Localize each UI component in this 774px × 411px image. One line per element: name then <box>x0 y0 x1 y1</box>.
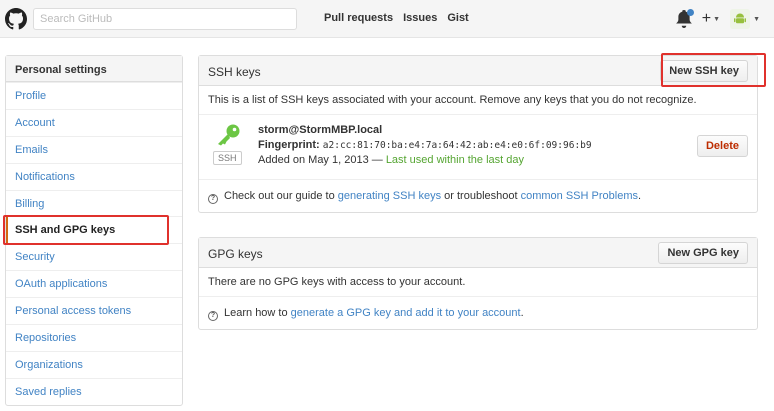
gpg-empty-row: There are no GPG keys with access to you… <box>199 268 757 297</box>
unread-indicator <box>686 9 694 16</box>
ssh-panel-title: SSH keys <box>208 65 261 79</box>
sidebar-item-notifications[interactable]: Notifications <box>6 162 182 190</box>
highlight-box-new-ssh-key <box>661 53 766 87</box>
ssh-help-suffix: . <box>637 190 642 202</box>
gpg-help-prefix: Learn how to <box>224 307 288 319</box>
avatar <box>730 9 751 29</box>
gpg-help-row: ? Learn how to generate a GPG key and add… <box>199 297 757 329</box>
ssh-key-added-date: Added on May 1, 2013 — <box>258 154 383 166</box>
sidebar-item-personal-access-tokens[interactable]: Personal access tokens <box>6 297 182 324</box>
sidebar-item-billing[interactable]: Billing <box>6 189 182 217</box>
generating-ssh-keys-link[interactable]: generating SSH keys <box>338 190 441 202</box>
generate-gpg-key-link[interactable]: generate a GPG key and add it to your ac… <box>291 307 521 319</box>
search-input[interactable] <box>33 8 297 30</box>
delete-ssh-key-button[interactable]: Delete <box>696 135 748 157</box>
notifications-button[interactable] <box>675 9 694 28</box>
key-icon <box>218 124 240 146</box>
ssh-key-fingerprint-line: Fingerprint: a2:cc:81:70:ba:e4:7a:64:42:… <box>258 139 592 151</box>
github-logo-icon[interactable] <box>5 8 27 30</box>
sidebar-item-security[interactable]: Security <box>6 243 182 270</box>
sidebar-item-organizations[interactable]: Organizations <box>6 350 182 378</box>
question-icon: ? <box>208 311 218 321</box>
fingerprint-value: a2:cc:81:70:ba:e4:7a:64:42:ab:e4:e0:6f:0… <box>322 140 592 151</box>
create-new-button[interactable]: + ▼ <box>702 11 720 27</box>
question-icon: ? <box>208 194 218 204</box>
gpg-keys-panel: GPG keys New GPG key There are no GPG ke… <box>198 237 758 330</box>
common-ssh-problems-link[interactable]: common SSH Problems <box>521 190 638 202</box>
ssh-help-row: ? Check out our guide to generating SSH k… <box>199 180 757 212</box>
top-nav: Pull requests Issues Gist <box>324 12 469 24</box>
gpg-help-text: ? Learn how to generate a GPG key and add… <box>208 307 524 321</box>
nav-pull-requests[interactable]: Pull requests <box>324 12 393 24</box>
android-avatar-icon <box>734 13 747 24</box>
user-menu-button[interactable]: ▼ <box>730 9 760 29</box>
sidebar-item-repositories[interactable]: Repositories <box>6 324 182 351</box>
sidebar-item-emails[interactable]: Emails <box>6 135 182 163</box>
ssh-key-added-line: Added on May 1, 2013 — Last used within … <box>258 154 524 166</box>
ssh-description-row: This is a list of SSH keys associated wi… <box>199 86 757 115</box>
ssh-help-middle: or troubleshoot <box>444 190 518 202</box>
caret-down-icon: ▼ <box>713 15 721 23</box>
sidebar-item-profile[interactable]: Profile <box>6 82 182 109</box>
gpg-empty-message: There are no GPG keys with access to you… <box>208 276 466 288</box>
sidebar-item-oauth-applications[interactable]: OAuth applications <box>6 270 182 297</box>
sidebar-item-saved-replies[interactable]: Saved replies <box>6 377 182 405</box>
ssh-description: This is a list of SSH keys associated wi… <box>208 94 697 106</box>
ssh-help-prefix: Check out our guide to <box>224 190 335 202</box>
ssh-key-name: storm@StormMBP.local <box>258 124 383 136</box>
gpg-panel-header: GPG keys New GPG key <box>199 238 757 268</box>
sidebar-item-account[interactable]: Account <box>6 108 182 136</box>
ssh-key-row: SSH storm@StormMBP.local Fingerprint: a2… <box>199 115 757 180</box>
ssh-help-text: ? Check out our guide to generating SSH k… <box>208 190 641 204</box>
nav-issues[interactable]: Issues <box>403 12 437 24</box>
ssh-type-badge: SSH <box>213 151 242 165</box>
new-gpg-key-button[interactable]: New GPG key <box>658 242 748 264</box>
fingerprint-label: Fingerprint: <box>258 139 320 151</box>
sidebar-heading: Personal settings <box>6 56 182 82</box>
gpg-panel-title: GPG keys <box>208 247 263 261</box>
caret-down-icon: ▼ <box>753 15 760 23</box>
nav-gist[interactable]: Gist <box>447 12 468 24</box>
plus-icon: + <box>701 10 712 27</box>
header-actions: + ▼ ▼ <box>675 9 760 29</box>
highlight-box-ssh-gpg <box>3 215 169 245</box>
gpg-help-suffix: . <box>520 307 524 319</box>
top-header: Pull requests Issues Gist + ▼ ▼ <box>0 0 774 38</box>
ssh-key-last-used: Last used within the last day <box>385 154 525 166</box>
